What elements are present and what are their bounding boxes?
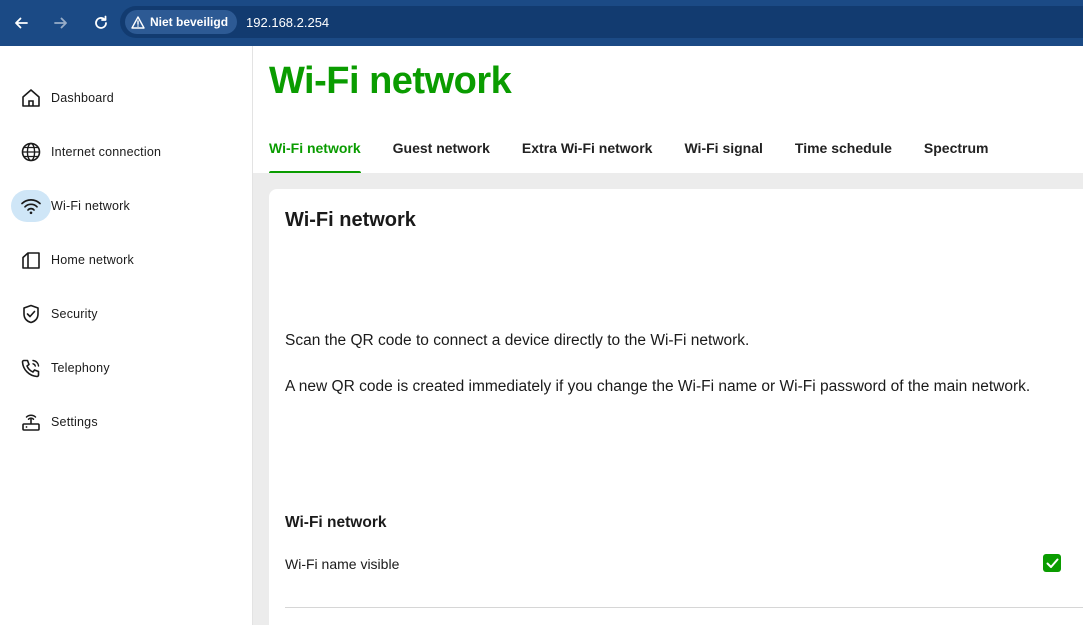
security-label: Niet beveiligd (150, 15, 229, 29)
address-bar[interactable]: Niet beveiligd 192.168.2.254 (120, 6, 1083, 38)
sidebar-item-wifi-network[interactable]: Wi-Fi network (0, 186, 252, 226)
home-network-icon (11, 244, 51, 276)
home-icon (11, 82, 51, 114)
tab-extra-wifi-network[interactable]: Extra Wi-Fi network (522, 134, 653, 174)
url-text[interactable]: 192.168.2.254 (246, 15, 329, 30)
sidebar-item-security[interactable]: Security (0, 294, 252, 334)
reload-icon (95, 15, 107, 29)
sidebar-item-home-network[interactable]: Home network (0, 240, 252, 280)
wifi-icon (11, 190, 51, 222)
sidebar-item-settings[interactable]: Settings (0, 402, 252, 442)
warning-icon (131, 15, 145, 29)
sidebar-item-label: Wi-Fi network (51, 199, 130, 213)
section-title: Wi-Fi network (285, 514, 387, 531)
sidebar: Dashboard Internet connection Wi-Fi netw… (0, 46, 253, 625)
qr-info-text: A new QR code is created immediately if … (285, 378, 1031, 395)
content-area: Wi-Fi network Scan the QR code to connec… (253, 173, 1083, 625)
main-content: Wi-Fi network Wi-Fi network Guest networ… (253, 46, 1083, 625)
sidebar-item-label: Security (51, 307, 98, 321)
tab-guest-network[interactable]: Guest network (393, 134, 490, 174)
sidebar-item-label: Dashboard (51, 91, 114, 105)
card-title: Wi-Fi network (285, 209, 416, 231)
qr-instruction-text: Scan the QR code to connect a device dir… (285, 332, 750, 349)
divider (285, 607, 1083, 608)
forward-button[interactable] (43, 5, 79, 41)
sidebar-item-label: Home network (51, 253, 134, 267)
wifi-name-visible-label: Wi-Fi name visible (285, 556, 400, 572)
wifi-name-visible-checkbox[interactable] (1043, 554, 1061, 572)
wifi-card: Wi-Fi network Scan the QR code to connec… (269, 189, 1083, 625)
router-icon (11, 406, 51, 438)
sidebar-item-internet-connection[interactable]: Internet connection (0, 132, 252, 172)
phone-icon (11, 352, 51, 384)
sidebar-item-dashboard[interactable]: Dashboard (0, 78, 252, 118)
page-title: Wi-Fi network (269, 60, 512, 102)
browser-toolbar: Niet beveiligd 192.168.2.254 (0, 0, 1083, 46)
reload-button[interactable] (83, 5, 119, 41)
tab-wifi-signal[interactable]: Wi-Fi signal (684, 134, 762, 174)
arrow-right-icon (54, 17, 67, 29)
tab-bar: Wi-Fi network Guest network Extra Wi-Fi … (269, 134, 1021, 175)
sidebar-item-telephony[interactable]: Telephony (0, 348, 252, 388)
tab-spectrum[interactable]: Spectrum (924, 134, 989, 174)
back-button[interactable] (3, 5, 39, 41)
arrow-left-icon (15, 17, 28, 29)
shield-icon (11, 298, 51, 330)
sidebar-item-label: Internet connection (51, 145, 162, 159)
tab-wifi-network[interactable]: Wi-Fi network (269, 134, 361, 175)
security-indicator[interactable]: Niet beveiligd (125, 10, 238, 34)
check-icon (1046, 558, 1058, 568)
tab-time-schedule[interactable]: Time schedule (795, 134, 892, 174)
globe-icon (11, 136, 51, 168)
sidebar-item-label: Settings (51, 415, 98, 429)
sidebar-item-label: Telephony (51, 361, 110, 375)
